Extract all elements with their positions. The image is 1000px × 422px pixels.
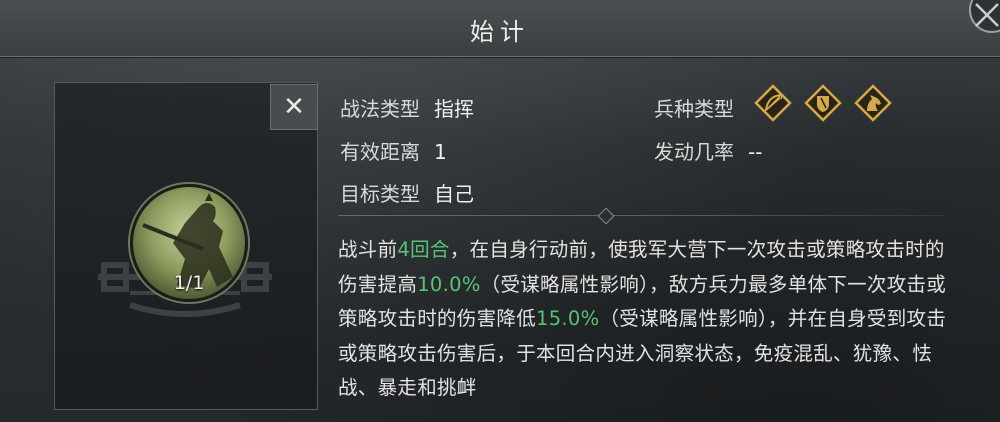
divider	[338, 215, 944, 216]
target-row: 目标类型 自己	[340, 178, 474, 207]
close-button[interactable]: ✕	[270, 84, 318, 130]
desc-highlight: 4回合	[397, 238, 450, 261]
trigger-rate-label: 发动几率	[654, 140, 734, 164]
close-icon: ✕	[283, 92, 305, 122]
usage-count: 1/1	[173, 272, 205, 294]
range-value: 1	[434, 140, 447, 164]
horse-icon[interactable]	[854, 84, 892, 122]
troop-icons	[754, 84, 892, 122]
desc-highlight: 10.0%	[417, 272, 481, 296]
title-bar: 始计	[0, 0, 1000, 57]
troop-type-row: 兵种类型	[654, 93, 748, 122]
desc-text: 战斗前	[338, 238, 398, 261]
range-row: 有效距离 1	[340, 136, 447, 165]
skill-description: 战斗前4回合，在自身行动前，使我军大营下一次攻击或策略攻击时的伤害提高10.0%…	[338, 233, 948, 406]
skill-type-label: 战法类型	[340, 97, 420, 121]
skill-type-row: 战法类型 指挥	[340, 93, 474, 122]
troop-type-label: 兵种类型	[654, 97, 734, 121]
target-label: 目标类型	[340, 182, 420, 206]
crossed-swords-icon[interactable]	[956, 0, 1000, 44]
skill-type-value: 指挥	[434, 97, 474, 121]
page-title: 始计	[470, 18, 530, 46]
bow-icon[interactable]	[754, 84, 792, 122]
target-value: 自己	[434, 182, 474, 206]
trigger-rate-value: --	[748, 140, 763, 164]
trigger-rate-row: 发动几率 --	[654, 136, 762, 165]
desc-highlight: 15.0%	[536, 307, 600, 330]
shield-icon[interactable]	[804, 84, 842, 122]
range-label: 有效距离	[340, 140, 420, 164]
